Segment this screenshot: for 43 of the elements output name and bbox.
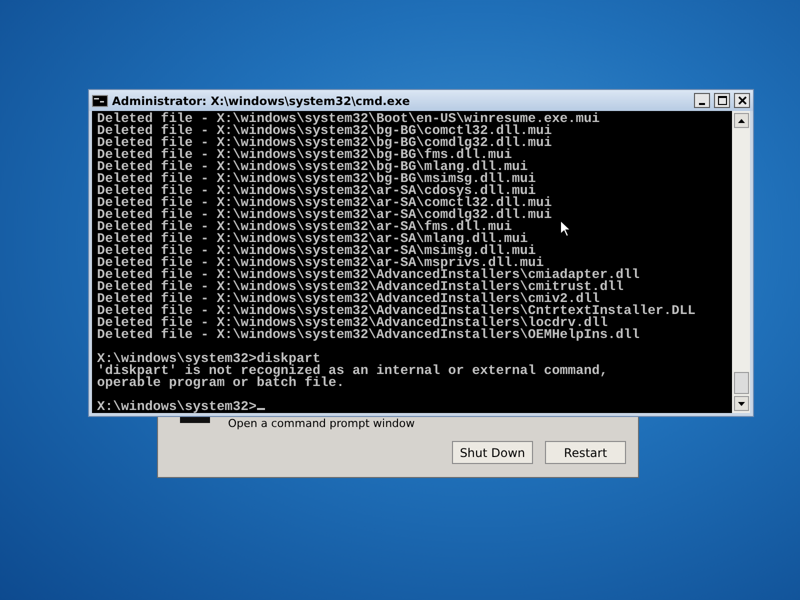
text-cursor [256, 408, 265, 410]
console-line: Deleted file - X:\windows\system32\AdvancedInstallers\cmitrust.dll [97, 281, 624, 293]
dialog-button[interactable]: Restart [545, 441, 626, 464]
console-line: Deleted file - X:\windows\system32\AdvancedInstallers\CntrtextInstaller.DLL [97, 305, 696, 317]
minimize-button[interactable] [694, 93, 710, 108]
close-icon [738, 96, 746, 105]
console-line: Deleted file - X:\windows\system32\ar-SA\comdlg32.dll.mui [97, 209, 552, 221]
dialog-button[interactable]: Shut Down [452, 441, 533, 464]
close-button[interactable] [734, 93, 750, 108]
console-line: Deleted file - X:\windows\system32\ar-SA\comctl32.dll.mui [97, 197, 552, 209]
minimize-icon [699, 102, 705, 104]
console-line: X:\windows\system32> [97, 401, 265, 413]
console-line: Deleted file - X:\windows\system32\ar-SA\mlang.dll.mui [97, 233, 528, 245]
option-label[interactable]: Open a command prompt window [228, 417, 415, 430]
up-arrow-icon [738, 118, 744, 122]
console-line: operable program or batch file. [97, 377, 344, 389]
mouse-pointer-icon [560, 220, 571, 237]
down-arrow-icon [738, 402, 744, 406]
console-line: Deleted file - X:\windows\system32\bg-BG\mlang.dll.mui [97, 161, 528, 173]
console-line: X:\windows\system32>diskpart [97, 353, 320, 365]
scrollbar-thumb[interactable] [734, 372, 748, 394]
scroll-down-button[interactable] [734, 396, 748, 411]
command-prompt-icon [180, 417, 210, 423]
maximize-icon [718, 96, 726, 105]
window-title: Administrator: X:\windows\system32\cmd.exe [112, 94, 411, 108]
console-line: Deleted file - X:\windows\system32\bg-BG\fms.dll.mui [97, 149, 512, 161]
console-line: Deleted file - X:\windows\system32\ar-SA\msprivs.dll.mui [97, 257, 544, 269]
console-line: Deleted file - X:\windows\system32\ar-SA\fms.dll.mui [97, 221, 512, 233]
scroll-up-button[interactable] [734, 113, 748, 128]
console-line: Deleted file - X:\windows\system32\AdvancedInstallers\cmiv2.dll [97, 293, 600, 305]
console-line: Deleted file - X:\windows\system32\bg-BG\comdlg32.dll.mui [97, 137, 552, 149]
console-line: Deleted file - X:\windows\system32\ar-SA\msimsg.dll.mui [97, 245, 536, 257]
console-icon [92, 94, 108, 106]
console-line: Deleted file - X:\windows\system32\ar-SA\cdosys.dll.mui [97, 185, 536, 197]
console-line: Deleted file - X:\windows\system32\AdvancedInstallers\cmiadapter.dll [97, 269, 640, 281]
console-line: Deleted file - X:\windows\system32\bg-BG\msimsg.dll.mui [97, 173, 536, 185]
console-line: 'diskpart' is not recognized as an internal or external command, [97, 365, 608, 377]
console-line: Deleted file - X:\windows\system32\AdvancedInstallers\locdrv.dll [97, 317, 608, 329]
maximize-button[interactable] [714, 93, 730, 108]
console-line: Deleted file - X:\windows\system32\Boot\en-US\winresume.exe.mui [97, 113, 600, 125]
console-line: Deleted file - X:\windows\system32\AdvancedInstallers\OEMHelpIns.dll [97, 329, 640, 341]
console-line: Deleted file - X:\windows\system32\bg-BG\comctl32.dll.mui [97, 125, 552, 137]
scrollbar[interactable] [732, 111, 750, 413]
